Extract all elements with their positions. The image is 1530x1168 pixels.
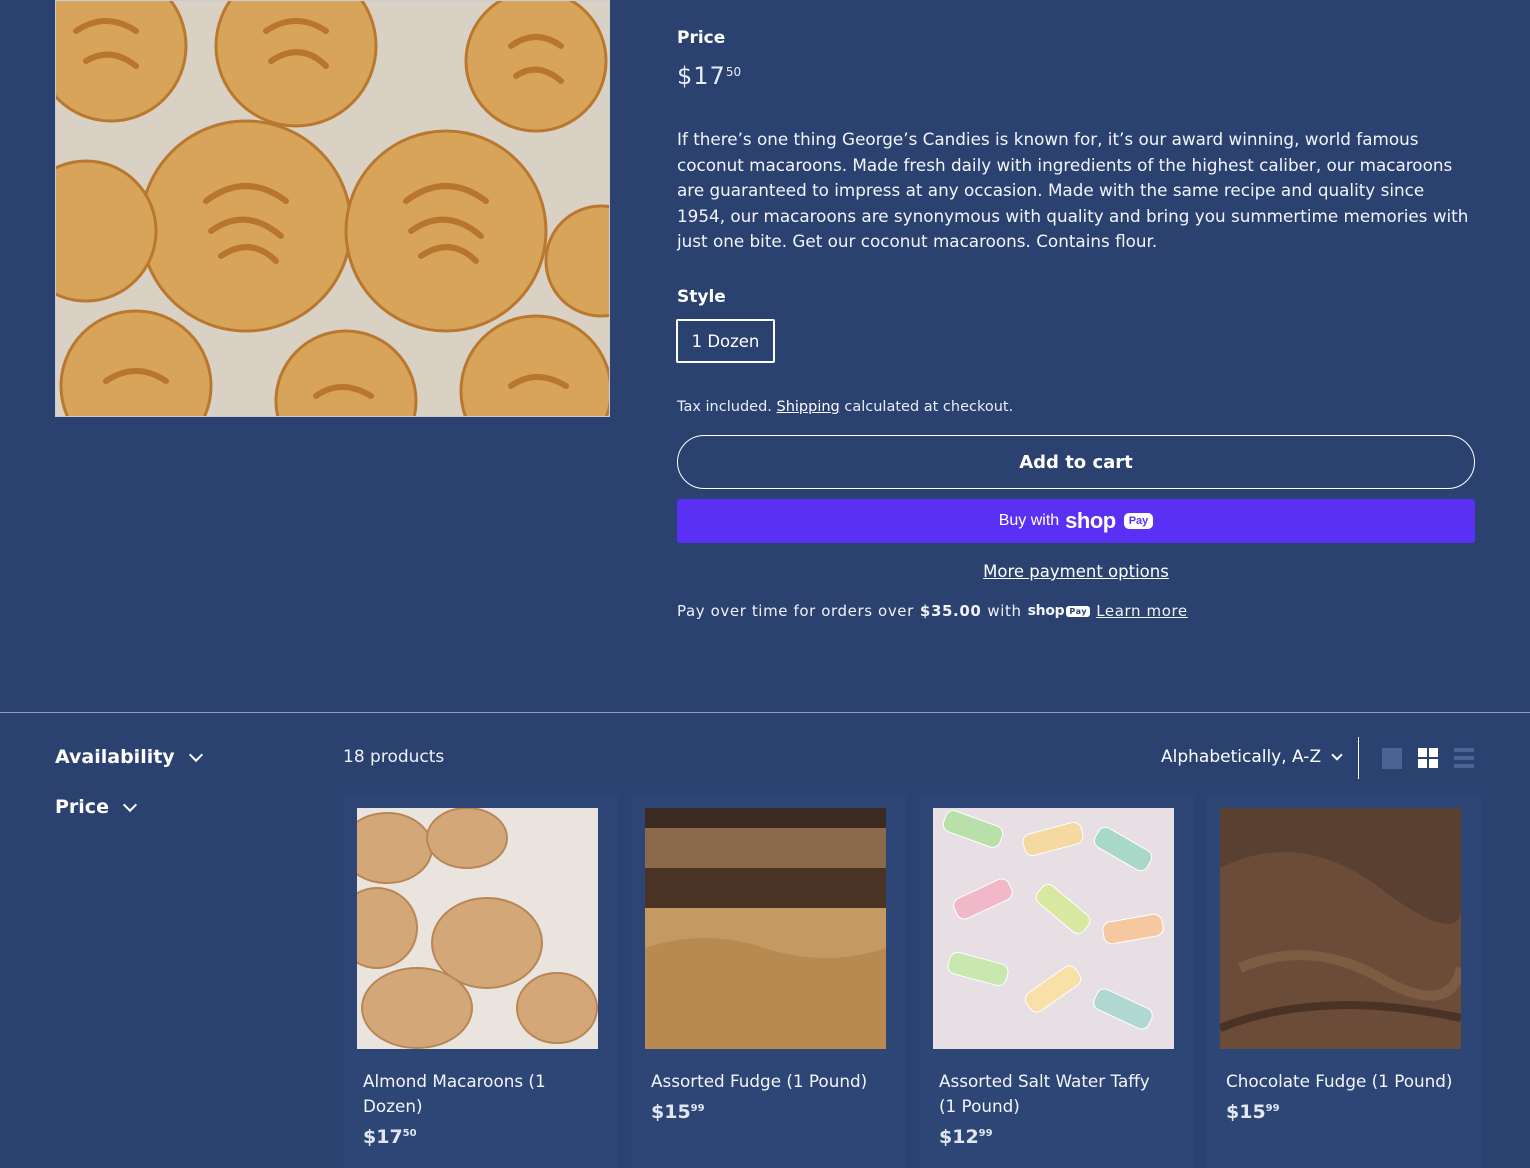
tax-prefix: Tax included.: [677, 399, 772, 415]
product-image[interactable]: [55, 0, 610, 417]
product-thumbnail[interactable]: [357, 808, 598, 1049]
price-label: Price: [677, 28, 726, 48]
installments-amount: $35.00: [919, 602, 982, 620]
more-payment-options-link[interactable]: More payment options: [677, 562, 1475, 581]
product-title[interactable]: Chocolate Fudge (1 Pound): [1226, 1069, 1456, 1094]
price-cents: 50: [402, 1128, 417, 1139]
price-dollars: $12: [939, 1126, 979, 1148]
product-thumbnail[interactable]: [933, 808, 1174, 1049]
price-dollars: $15: [651, 1101, 691, 1123]
product-title[interactable]: Assorted Fudge (1 Pound): [651, 1069, 881, 1094]
list-view-icon[interactable]: [1454, 748, 1474, 769]
chevron-down-icon: [122, 797, 138, 812]
style-label: Style: [677, 287, 726, 307]
product-price: $1750: [363, 1126, 417, 1148]
mini-pay-badge: Pay: [1066, 605, 1091, 617]
mini-shop-word: shop: [1027, 603, 1065, 619]
toolbar-separator: [1358, 737, 1359, 779]
shipping-link[interactable]: Shipping: [777, 399, 840, 415]
product-card[interactable]: Assorted Fudge (1 Pound) $1599: [632, 795, 906, 1168]
chevron-down-icon: [1331, 748, 1343, 761]
grid-small-icon[interactable]: [1418, 748, 1438, 769]
price-cents: 99: [978, 1128, 993, 1139]
product-card[interactable]: Chocolate Fudge (1 Pound) $1599: [1207, 795, 1481, 1168]
shop-pay-logo: shop: [1065, 508, 1116, 533]
buy-with-label: Buy with: [998, 512, 1060, 529]
learn-more-link[interactable]: Learn more: [1096, 602, 1188, 620]
installments-banner: Pay over time for orders over $35.00 wit…: [677, 602, 1188, 620]
buy-with-shop-pay-button[interactable]: Buy with shop Pay: [677, 499, 1475, 543]
pay-badge: Pay: [1123, 513, 1154, 529]
product-price: $1299: [939, 1126, 993, 1148]
grid-large-icon[interactable]: [1382, 748, 1402, 769]
price-dollars: $17: [677, 62, 726, 90]
style-option-1-dozen[interactable]: 1 Dozen: [676, 319, 775, 363]
filter-price[interactable]: Price: [55, 796, 138, 818]
installments-with: with: [987, 602, 1022, 620]
price-dollars: $15: [1226, 1101, 1266, 1123]
add-to-cart-button[interactable]: Add to cart: [677, 435, 1475, 489]
price-cents: 99: [690, 1103, 705, 1114]
filter-availability-label: Availability: [55, 746, 175, 768]
product-card[interactable]: Assorted Salt Water Taffy (1 Pound) $129…: [920, 795, 1194, 1168]
filter-price-label: Price: [55, 796, 109, 818]
price-cents: 99: [1265, 1103, 1280, 1114]
chevron-down-icon: [188, 747, 203, 762]
sort-value: Alphabetically, A-Z: [1161, 747, 1322, 767]
section-divider: [0, 712, 1530, 713]
sort-select[interactable]: Alphabetically, A-Z: [1161, 747, 1343, 767]
filter-availability[interactable]: Availability: [55, 746, 203, 768]
product-price: $1599: [651, 1101, 705, 1123]
product-thumbnail[interactable]: [1220, 808, 1461, 1049]
product-price: $1599: [1226, 1101, 1280, 1123]
price-dollars: $17: [363, 1126, 403, 1148]
tax-note: Tax included. Shipping calculated at che…: [677, 399, 1013, 415]
product-title[interactable]: Almond Macaroons (1 Dozen): [363, 1069, 593, 1119]
product-description: If there’s one thing George’s Candies is…: [677, 129, 1469, 251]
tax-suffix: calculated at checkout.: [844, 399, 1014, 415]
product-price: $1750: [677, 62, 741, 90]
product-card[interactable]: Almond Macaroons (1 Dozen) $1750: [344, 795, 618, 1168]
product-title[interactable]: Assorted Salt Water Taffy (1 Pound): [939, 1069, 1169, 1119]
shop-pay-mini-logo: shop Pay: [1028, 603, 1091, 619]
product-thumbnail[interactable]: [645, 808, 886, 1049]
installments-prefix: Pay over time for orders over: [677, 602, 914, 620]
price-cents: 50: [725, 65, 742, 79]
product-count: 18 products: [343, 747, 445, 767]
